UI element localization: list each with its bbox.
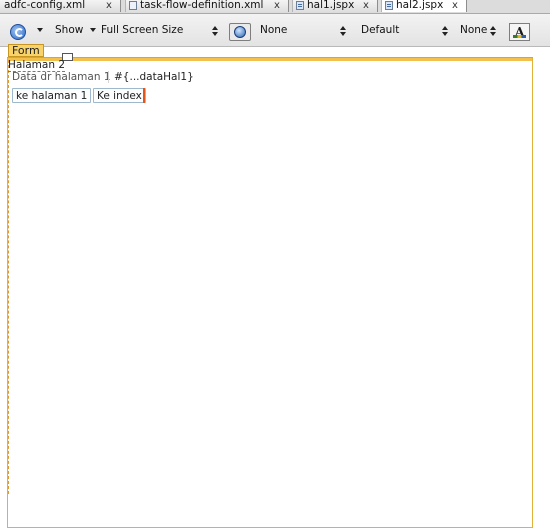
design-canvas[interactable]: Form Halaman 2 Data dr halaman 1 #{...da… bbox=[0, 44, 550, 528]
tab-hal2[interactable]: hal2.jspx x bbox=[381, 0, 467, 12]
output-label: Data dr halaman 1 bbox=[12, 71, 111, 83]
tab-adfc-config[interactable]: adfc-config.xml x bbox=[0, 0, 121, 12]
skin-select[interactable]: Default bbox=[361, 24, 399, 36]
editor-tab-strip: adfc-config.xml x task-flow-definition.x… bbox=[0, 0, 550, 14]
jspx-file-icon bbox=[385, 1, 393, 10]
tab-label: hal2.jspx bbox=[396, 0, 444, 11]
form-tag[interactable]: Form bbox=[8, 44, 44, 57]
ke-halaman-1-button[interactable]: ke halaman 1 bbox=[12, 88, 92, 103]
tab-task-flow-definition[interactable]: task-flow-definition.xml x bbox=[125, 0, 289, 12]
show-menu[interactable]: Show bbox=[55, 24, 96, 36]
jspx-file-icon bbox=[296, 1, 304, 10]
browser-button[interactable] bbox=[229, 23, 251, 41]
refresh-icon[interactable] bbox=[10, 24, 26, 40]
tab-label: hal1.jspx bbox=[307, 0, 355, 11]
browser-select[interactable]: None bbox=[260, 24, 287, 36]
chevron-down-icon bbox=[89, 28, 96, 32]
text-format-button[interactable]: A bbox=[509, 23, 530, 41]
right-select[interactable]: None bbox=[460, 24, 487, 36]
view-outline bbox=[7, 58, 533, 528]
xml-file-icon bbox=[129, 1, 137, 10]
design-toolbar: Show Full Screen Size None Default None … bbox=[0, 14, 550, 47]
close-icon[interactable]: x bbox=[274, 0, 280, 11]
divider bbox=[108, 71, 109, 83]
close-icon[interactable]: x bbox=[363, 0, 369, 11]
tab-hal1[interactable]: hal1.jspx x bbox=[292, 0, 378, 12]
tab-label: task-flow-definition.xml bbox=[140, 0, 264, 11]
close-icon[interactable]: x bbox=[452, 0, 458, 11]
browser-spinner-icon[interactable] bbox=[340, 26, 346, 36]
form-outline bbox=[8, 60, 10, 494]
tab-label: adfc-config.xml bbox=[4, 0, 86, 11]
insertion-caret bbox=[143, 88, 145, 103]
close-icon[interactable]: x bbox=[106, 0, 112, 11]
color-stripe bbox=[513, 35, 526, 38]
right-spinner-icon[interactable] bbox=[490, 26, 496, 36]
skin-spinner-icon[interactable] bbox=[442, 26, 448, 36]
globe-icon bbox=[234, 26, 246, 38]
ke-index-button[interactable]: Ke index bbox=[93, 88, 146, 103]
show-label: Show bbox=[55, 24, 84, 36]
screen-size-spinner-icon[interactable] bbox=[212, 26, 218, 36]
refresh-dropdown-icon[interactable] bbox=[37, 28, 43, 32]
screen-size-select[interactable]: Full Screen Size bbox=[101, 24, 183, 36]
output-value: #{...dataHal1} bbox=[114, 71, 194, 83]
